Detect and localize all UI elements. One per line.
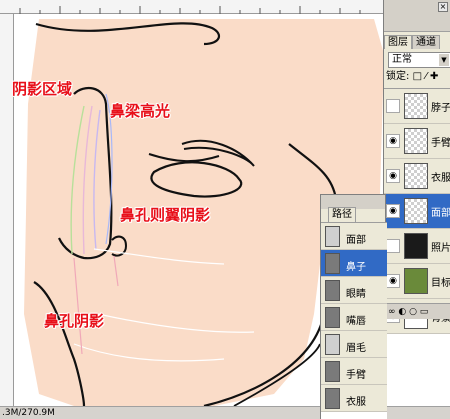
- path-thumbnail: [325, 253, 340, 274]
- eye-icon[interactable]: [386, 239, 400, 253]
- layer-thumbnail: [404, 128, 428, 154]
- layer-name: 衣服: [431, 173, 450, 184]
- path-name: 面部: [346, 235, 366, 246]
- layer-row[interactable]: ◉ 面部: [384, 194, 450, 229]
- path-thumbnail: [325, 388, 340, 409]
- layer-name: 手臂: [431, 138, 450, 149]
- path-thumbnail: [325, 361, 340, 382]
- close-icon[interactable]: ×: [438, 2, 448, 12]
- layer-name: 照片: [431, 243, 450, 254]
- layer-actions-icons[interactable]: ∞ ◐ ○ ▭: [388, 307, 428, 317]
- path-thumbnail: [325, 280, 340, 301]
- eye-icon[interactable]: ◉: [386, 204, 400, 218]
- path-name: 眼睛: [346, 289, 366, 300]
- path-name: 鼻子: [346, 262, 366, 273]
- eye-icon[interactable]: [386, 99, 400, 113]
- path-name: 手臂: [346, 370, 366, 381]
- layer-thumbnail: [404, 93, 428, 119]
- layer-name: 目标图: [431, 278, 450, 289]
- annotation-nose-bridge-highlight: 鼻梁高光: [110, 102, 171, 120]
- ruler-left: [0, 14, 14, 406]
- eye-icon[interactable]: ◉: [386, 169, 400, 183]
- tab-channels[interactable]: 通道: [412, 35, 440, 49]
- annotation-nostril-wing-shadow: 鼻孔则翼阴影: [120, 206, 211, 224]
- layer-thumbnail: [404, 198, 428, 224]
- lock-label: 锁定:: [386, 71, 410, 82]
- path-thumbnail: [325, 307, 340, 328]
- path-name: 嘴唇: [346, 316, 366, 327]
- lock-row: 锁定: □ ⁄ ✚: [384, 70, 450, 84]
- chevron-down-icon: ▼: [439, 54, 449, 66]
- path-row[interactable]: 衣服: [321, 385, 387, 412]
- layer-name: 面部: [431, 208, 450, 219]
- blend-mode-select[interactable]: 正常 ▼: [388, 52, 450, 68]
- path-name: 眉毛: [346, 343, 366, 354]
- layers-bottom-toolbar: ∞ ◐ ○ ▭: [384, 303, 450, 319]
- blend-mode-value: 正常: [392, 54, 412, 65]
- layers-titlebar[interactable]: ×: [384, 0, 450, 32]
- layer-row[interactable]: ◉ 衣服: [384, 159, 450, 194]
- path-thumbnail: [325, 334, 340, 355]
- tab-layers[interactable]: 图层: [384, 35, 412, 49]
- paths-panel: 路径 面部鼻子眼睛嘴唇眉毛手臂衣服: [320, 194, 387, 419]
- path-row[interactable]: 手臂: [321, 358, 387, 385]
- layer-thumbnail: [404, 163, 428, 189]
- layer-row[interactable]: 脖子: [384, 89, 450, 124]
- eye-icon[interactable]: ◉: [386, 134, 400, 148]
- layer-name: 脖子: [431, 103, 450, 114]
- layer-thumbnail: [404, 233, 428, 259]
- path-row[interactable]: 嘴唇: [321, 304, 387, 331]
- eye-icon[interactable]: ◉: [386, 274, 400, 288]
- layer-row[interactable]: ◉ 手臂: [384, 124, 450, 159]
- path-name: 衣服: [346, 397, 366, 408]
- path-list: 面部鼻子眼睛嘴唇眉毛手臂衣服: [321, 222, 387, 419]
- annotation-shadow-area: 阴影区域: [12, 80, 73, 98]
- layer-list: 脖子◉手臂◉衣服◉面部照片◉目标图◉背景: [384, 88, 450, 334]
- tab-paths[interactable]: 路径: [328, 207, 356, 222]
- layer-row[interactable]: ◉ 目标图: [384, 264, 450, 299]
- path-row[interactable]: 面部: [321, 223, 387, 250]
- layers-tabs: 图层 通道: [384, 35, 450, 49]
- path-row[interactable]: 眉毛: [321, 331, 387, 358]
- path-row[interactable]: 鼻子: [321, 250, 387, 277]
- layer-row[interactable]: 照片: [384, 229, 450, 264]
- annotation-nostril-shadow: 鼻孔阴影: [44, 312, 105, 330]
- layer-thumbnail: [404, 268, 428, 294]
- layers-panel: × 图层 通道 正常 ▼ 锁定: □ ⁄ ✚ 脖子 ◉ 手臂 ◉ 衣服 ◉ 面部照片 ◉ 目标图…: [383, 0, 450, 334]
- doc-size: .3M/270.9M: [2, 408, 55, 418]
- path-row[interactable]: 眼睛: [321, 277, 387, 304]
- path-thumbnail: [325, 226, 340, 247]
- lock-icons[interactable]: □ ⁄ ✚: [413, 71, 439, 82]
